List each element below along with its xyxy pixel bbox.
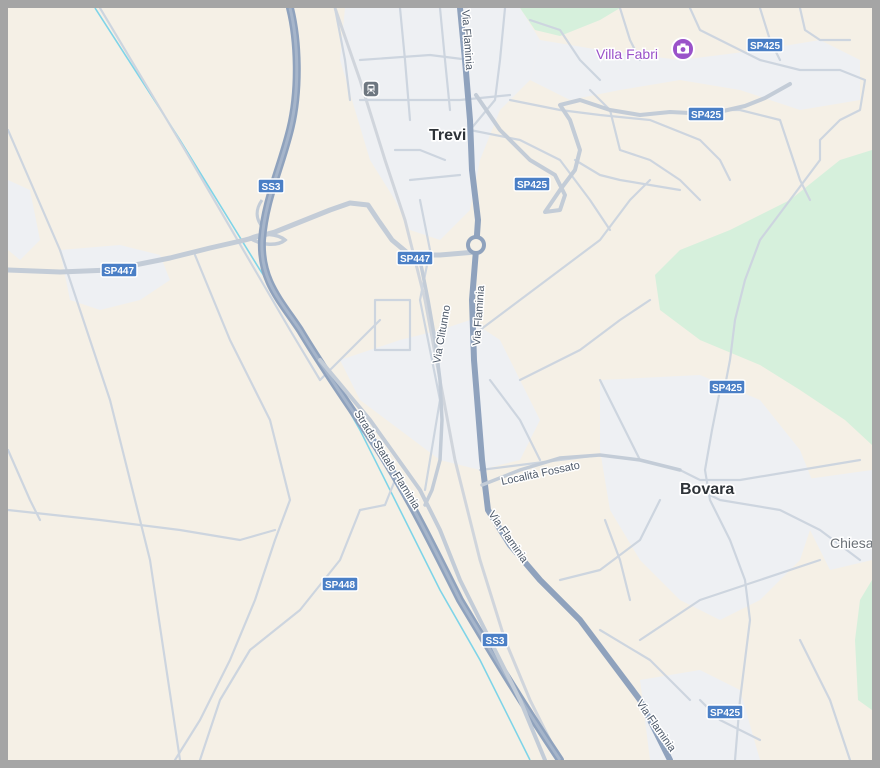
- shield-sp448: SP448: [321, 576, 359, 592]
- shield-sp447-west: SP447: [100, 262, 138, 278]
- shield-sp425-middle: SP425: [708, 379, 746, 395]
- svg-text:SP425: SP425: [710, 708, 740, 719]
- poi-label-villa-fabri[interactable]: Villa Fabri: [595, 45, 660, 64]
- interchange-ramp: [246, 232, 288, 246]
- map-svg: Via Flaminia Via Flaminia Via Flaminia V…: [8, 8, 872, 760]
- town-label-bovara: Bovara: [680, 481, 734, 498]
- svg-text:SP448: SP448: [325, 580, 355, 591]
- svg-text:SS3: SS3: [486, 636, 505, 647]
- shield-ss3-north: SS3: [257, 178, 285, 194]
- park-area-southeast: [855, 580, 872, 710]
- roundabout: [466, 235, 486, 255]
- map-canvas[interactable]: Via Flaminia Via Flaminia Via Flaminia V…: [8, 8, 872, 760]
- svg-text:SP425: SP425: [750, 41, 780, 52]
- map-frame: Via Flaminia Via Flaminia Via Flaminia V…: [0, 0, 880, 768]
- shield-sp447-east: SP447: [396, 250, 434, 266]
- road-label-via-flaminia-south: Via Flaminia: [486, 509, 531, 566]
- camera-icon[interactable]: [671, 37, 695, 61]
- svg-text:SP447: SP447: [104, 266, 134, 277]
- shield-sp425-top: SP425: [746, 37, 784, 53]
- train-station-icon[interactable]: [362, 80, 380, 98]
- svg-text:SP447: SP447: [400, 254, 430, 265]
- svg-text:SP425: SP425: [691, 110, 721, 121]
- urban-area-chiesa: [800, 470, 872, 570]
- place-label-chiesa: Chiesa: [830, 535, 872, 551]
- svg-text:SP425: SP425: [517, 180, 547, 191]
- shield-sp425-bottom: SP425: [706, 704, 744, 720]
- town-label-trevi: Trevi: [429, 127, 466, 144]
- shield-sp425-trevi: SP425: [513, 176, 551, 192]
- svg-text:SP425: SP425: [712, 383, 742, 394]
- shield-ss3-south: SS3: [481, 632, 509, 648]
- svg-text:SS3: SS3: [262, 182, 281, 193]
- shield-sp425-upper: SP425: [687, 106, 725, 122]
